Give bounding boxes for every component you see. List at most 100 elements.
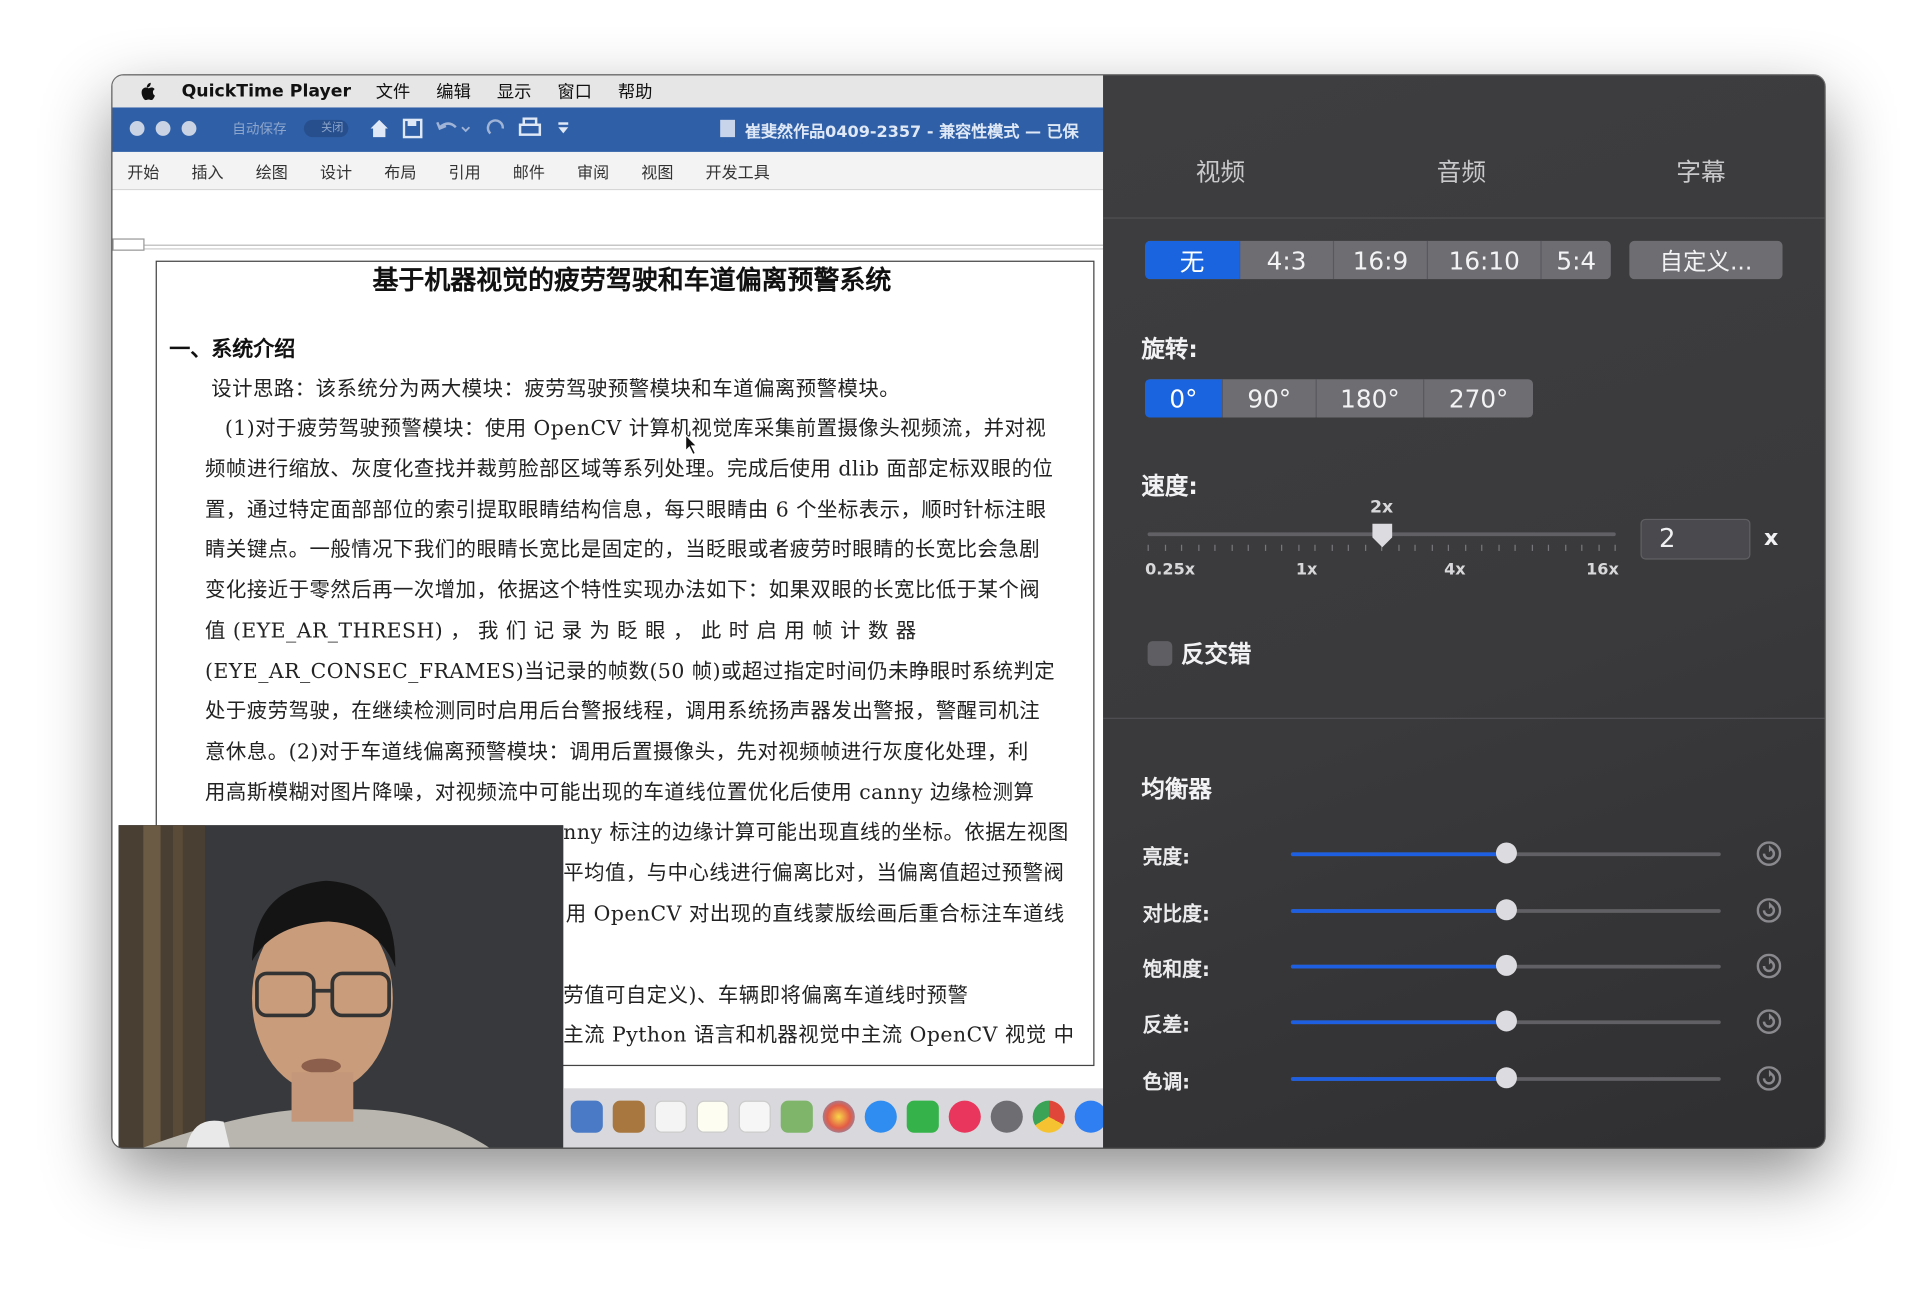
preview-icon bbox=[570, 1100, 603, 1133]
ribbon-tab-insert: 插入 bbox=[191, 163, 224, 183]
speed-tick bbox=[1614, 544, 1616, 551]
document-line: nny 标注的边缘计算可能出现直线的坐标。依据左视图 bbox=[563, 820, 1069, 844]
redo-icon bbox=[486, 119, 505, 135]
webcam-overlay bbox=[118, 825, 564, 1148]
messages-icon bbox=[864, 1100, 897, 1133]
rotation-option-90[interactable]: 90° bbox=[1223, 379, 1317, 418]
brightness-slider[interactable] bbox=[1290, 842, 1721, 864]
speed-tick bbox=[1481, 544, 1483, 551]
menu-help[interactable]: 帮助 bbox=[618, 79, 653, 104]
word-title-bar: 自动保存 关闭 崔斐然作品0409-2357 - 兼容性模式 — 已保 bbox=[112, 107, 1104, 152]
minimize-dot-icon bbox=[155, 121, 171, 136]
menu-view[interactable]: 显示 bbox=[497, 79, 532, 104]
aspect-option-4-3[interactable]: 4:3 bbox=[1240, 240, 1335, 280]
reset-contrast-icon[interactable] bbox=[1756, 898, 1782, 923]
reminders-icon bbox=[738, 1100, 771, 1133]
brightness-slider-knob[interactable] bbox=[1495, 842, 1517, 864]
aspect-option-16-10[interactable]: 16:10 bbox=[1428, 240, 1542, 280]
gamma-slider[interactable] bbox=[1290, 1010, 1721, 1032]
speed-tick bbox=[1347, 544, 1349, 551]
hue-slider[interactable] bbox=[1290, 1067, 1721, 1089]
chrome-icon bbox=[1032, 1100, 1065, 1133]
saturation-slider-knob[interactable] bbox=[1495, 954, 1517, 976]
aspect-option-5-4[interactable]: 5:4 bbox=[1542, 241, 1611, 279]
menu-file[interactable]: 文件 bbox=[376, 79, 411, 104]
speed-tick bbox=[1365, 544, 1367, 551]
contrast-slider-fill bbox=[1290, 909, 1506, 913]
hue-slider-fill bbox=[1290, 1077, 1506, 1081]
reset-gamma-icon[interactable] bbox=[1756, 1009, 1782, 1034]
document-line: (EYE_AR_CONSEC_FRAMES)当记录的帧数(50 帧)或超过指定时… bbox=[205, 659, 1056, 684]
document-line: 用高斯模糊对图片降噪，对视频流中可能出现的车道线位置优化后使用 canny 边缘… bbox=[205, 780, 1035, 805]
person-image bbox=[118, 825, 564, 1148]
reset-brightness-icon[interactable] bbox=[1756, 841, 1782, 866]
tab-subtitles[interactable]: 字幕 bbox=[1676, 152, 1725, 188]
apple-icon[interactable] bbox=[137, 82, 157, 102]
gamma-label: 反差: bbox=[1142, 1012, 1191, 1037]
speed-tick bbox=[1465, 544, 1467, 551]
speed-tick bbox=[1180, 544, 1183, 551]
speed-tick bbox=[1264, 544, 1267, 551]
deinterlace-checkbox[interactable] bbox=[1147, 641, 1173, 666]
speed-tick bbox=[1531, 544, 1534, 551]
document-line: 设计思路：该系统分为两大模块：疲劳驾驶预警模块和车道偏离预警模块。 bbox=[211, 376, 901, 401]
aspect-option-16-9[interactable]: 16:9 bbox=[1334, 240, 1429, 280]
saturation-slider[interactable] bbox=[1290, 954, 1721, 976]
menu-edit[interactable]: 编辑 bbox=[436, 79, 471, 104]
equalizer-title: 均衡器 bbox=[1141, 775, 1212, 803]
document-heading-title: 基于机器视觉的疲劳驾驶和车道偏离预警系统 bbox=[372, 264, 892, 296]
speed-tick-label: 1x bbox=[1295, 560, 1318, 580]
aspect-ratio-selector: 无 4:3 16:9 16:10 5:4 bbox=[1145, 240, 1611, 280]
menu-window[interactable]: 窗口 bbox=[557, 79, 592, 104]
gamma-slider-knob[interactable] bbox=[1495, 1010, 1517, 1032]
speed-tick bbox=[1581, 544, 1583, 551]
document-line: 用 OpenCV 对出现的直线蒙版绘画后重合标注车道线 bbox=[565, 901, 1065, 926]
speed-tick bbox=[1147, 544, 1149, 551]
hue-label: 色调: bbox=[1142, 1069, 1191, 1094]
quicktime-window: QuickTime Player 文件 编辑 显示 窗口 帮助 自动保存 关闭 … bbox=[112, 75, 1825, 1148]
document-title: 崔斐然作品0409-2357 - 兼容性模式 — 已保 bbox=[744, 123, 1079, 143]
rotation-option-270[interactable]: 270° bbox=[1424, 379, 1533, 417]
rotation-option-180[interactable]: 180° bbox=[1317, 379, 1425, 418]
saturation-slider-fill bbox=[1290, 964, 1506, 969]
speed-tick bbox=[1214, 544, 1216, 551]
music-icon bbox=[948, 1100, 981, 1133]
hue-slider-knob[interactable] bbox=[1495, 1067, 1517, 1089]
custom-aspect-button[interactable]: 自定义... bbox=[1629, 240, 1783, 280]
contrast-slider-knob[interactable] bbox=[1495, 899, 1517, 921]
speed-tick bbox=[1514, 544, 1516, 551]
contrast-label: 对比度: bbox=[1142, 901, 1210, 926]
print-icon bbox=[518, 117, 542, 136]
tab-audio[interactable]: 音频 bbox=[1437, 152, 1486, 188]
contrast-slider[interactable] bbox=[1290, 899, 1721, 921]
menu-bar: QuickTime Player 文件 编辑 显示 窗口 帮助 bbox=[112, 75, 1104, 108]
reset-saturation-icon[interactable] bbox=[1756, 953, 1782, 979]
document-line: 睛关键点。一般情况下我们的眼睛长宽比是固定的，当眨眼或者疲劳时眼睛的长宽比会急剧 bbox=[205, 537, 1041, 561]
speed-input[interactable]: 2 bbox=[1640, 518, 1751, 560]
document-line: 置，通过特定面部部位的索引提取眼睛结构信息，每只眼睛由 6 个坐标表示，顺时针标… bbox=[205, 497, 1047, 522]
facetime-icon bbox=[906, 1100, 939, 1133]
document-line: (1)对于疲劳驾驶预警模块：使用 OpenCV 计算机视觉库采集前置摄像头视频流… bbox=[224, 416, 1047, 440]
photos-icon bbox=[822, 1100, 855, 1133]
reset-hue-icon[interactable] bbox=[1756, 1066, 1782, 1091]
tab-video[interactable]: 视频 bbox=[1196, 152, 1245, 188]
adjustments-panel: 视频 音频 字幕 无 4:3 16:9 16:10 5:4 自定义... 旋转:… bbox=[1103, 75, 1825, 1148]
document-icon bbox=[720, 119, 736, 138]
speed-tick bbox=[1547, 544, 1550, 551]
speed-slider-knob[interactable] bbox=[1369, 523, 1394, 550]
save-icon bbox=[402, 118, 423, 139]
speed-slider[interactable] bbox=[1147, 523, 1616, 557]
speed-current-label: 2x bbox=[1369, 497, 1394, 518]
aspect-option-none[interactable]: 无 bbox=[1145, 240, 1241, 280]
video-frame[interactable]: QuickTime Player 文件 编辑 显示 窗口 帮助 自动保存 关闭 … bbox=[112, 75, 1104, 1148]
ribbon-tab-developer: 开发工具 bbox=[705, 163, 770, 183]
speed-tick bbox=[1198, 544, 1200, 551]
gamma-slider-fill bbox=[1290, 1020, 1506, 1025]
speed-tick bbox=[1565, 544, 1567, 551]
calendar-icon bbox=[654, 1100, 687, 1133]
document-line: 意休息。(2)对于车道线偏离预警模块：调用后置摄像头，先对视频帧进行灰度化处理，… bbox=[205, 739, 1029, 764]
app-menu[interactable]: QuickTime Player bbox=[182, 82, 351, 102]
rotation-option-0[interactable]: 0° bbox=[1145, 379, 1223, 418]
speed-tick-label: 0.25x bbox=[1145, 560, 1196, 580]
document-line: 主流 Python 语言和机器视觉中主流 OpenCV 视觉 中 bbox=[563, 1022, 1075, 1047]
